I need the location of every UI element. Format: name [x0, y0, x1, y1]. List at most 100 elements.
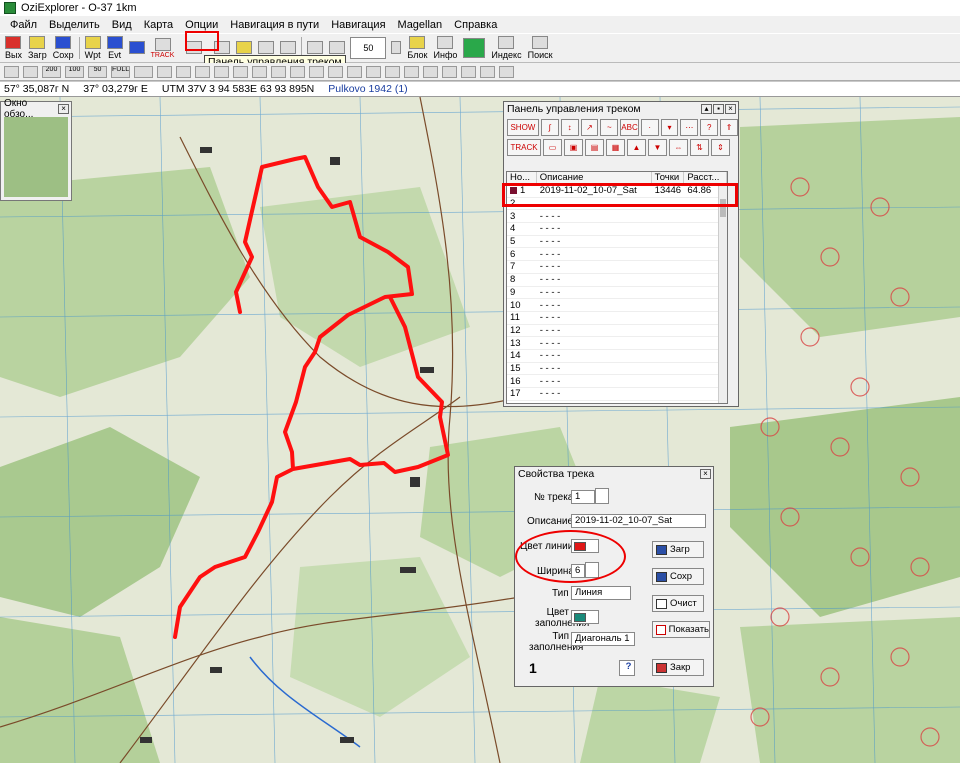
event-button[interactable]: Evt [104, 34, 126, 62]
zoom-full-button[interactable]: FULL [111, 65, 130, 78]
table-row[interactable]: 5 - - - - [507, 236, 727, 249]
tool-icon-20[interactable] [480, 65, 495, 78]
table-row[interactable]: 14 - - - - [507, 350, 727, 363]
panel-pin-icon[interactable]: ▴ [701, 104, 712, 114]
track-tool-7[interactable]: ▾ [660, 119, 679, 136]
track-tool-14[interactable]: ⇔ [669, 139, 688, 156]
menu-select[interactable]: Выделить [43, 19, 106, 31]
menu-navigation[interactable]: Навигация [325, 19, 391, 31]
tool-icon-11[interactable] [309, 65, 324, 78]
table-row[interactable]: 16 - - - - [507, 375, 727, 388]
exit-button[interactable]: Вых [2, 34, 25, 62]
info-button[interactable]: Инфо [431, 34, 461, 62]
type-select[interactable]: Линия [571, 586, 631, 600]
track-tool-13[interactable]: ▦ [606, 139, 625, 156]
track-tool-10[interactable]: ▭ [543, 139, 562, 156]
zoom-200-button[interactable]: 200 [42, 65, 61, 78]
tool-icon-6[interactable] [214, 65, 229, 78]
props-load-button[interactable]: Загр [652, 541, 704, 558]
tool-icon-9[interactable] [271, 65, 286, 78]
tool-icon-12[interactable] [328, 65, 343, 78]
table-row[interactable]: 3 - - - - [507, 210, 727, 224]
overview-minimap[interactable] [4, 117, 68, 197]
tool-icon-14[interactable] [366, 65, 381, 78]
table-row[interactable]: 13 - - - - [507, 337, 727, 350]
menu-view[interactable]: Вид [106, 19, 138, 31]
track-down-icon[interactable]: ▼ [648, 139, 667, 156]
track-tool-3[interactable]: ↗ [580, 119, 599, 136]
track-tool-5[interactable]: ABC [620, 119, 639, 136]
overview-window[interactable]: Окно обзо... × [0, 98, 72, 201]
tool-icon-8[interactable] [252, 65, 267, 78]
panel-close-icon[interactable]: × [725, 104, 736, 114]
menu-map[interactable]: Карта [138, 19, 179, 31]
menu-help[interactable]: Справка [448, 19, 503, 31]
props-close-button[interactable]: Закр [652, 659, 704, 676]
track-control-panel[interactable]: Панель управления треком ▴ ▪ × SHOW ∫ ↕ ↗ … [503, 101, 739, 407]
waypoint-button[interactable]: Wpt [82, 34, 104, 62]
help-icon[interactable]: ? [700, 119, 719, 136]
tool-icon-21[interactable] [499, 65, 514, 78]
lock-button[interactable]: Блок [404, 34, 430, 62]
table-row[interactable]: 12 - - - - [507, 325, 727, 338]
map-view[interactable] [0, 97, 960, 763]
table-row[interactable]: 11 - - - - [507, 312, 727, 325]
menu-magellan[interactable]: Magellan [392, 19, 449, 31]
track-tool-1[interactable]: ∫ [540, 119, 559, 136]
props-help-icon[interactable]: ? [619, 660, 635, 676]
tool-icon-7[interactable] [233, 65, 248, 78]
track-list-scrollbar[interactable] [718, 185, 727, 403]
tool-icon-13[interactable] [347, 65, 362, 78]
zoom-select[interactable]: 50 [350, 37, 387, 59]
track-tool-6[interactable]: · [640, 119, 659, 136]
props-save-button[interactable]: Сохр [652, 568, 704, 585]
tool-icon-1[interactable] [4, 65, 19, 78]
table-row[interactable]: 15 - - - - [507, 363, 727, 376]
props-clear-button[interactable]: Очист [652, 595, 704, 612]
tool-icon-18[interactable] [442, 65, 457, 78]
table-row[interactable]: 9 - - - - [507, 287, 727, 300]
menu-options[interactable]: Опции [179, 19, 224, 31]
menu-file[interactable]: Файл [4, 19, 43, 31]
save-button[interactable]: Сохр [50, 34, 77, 62]
track-up-icon[interactable]: ▲ [627, 139, 646, 156]
zoom-arrows-icon[interactable] [388, 34, 404, 62]
pan-button[interactable] [460, 34, 488, 62]
table-row[interactable]: 4 - - - - [507, 223, 727, 236]
tool-icon-10[interactable] [290, 65, 305, 78]
track-tool-4[interactable]: ~ [600, 119, 619, 136]
zoom-50-button[interactable]: 50 [88, 65, 107, 78]
props-close-icon[interactable]: × [700, 469, 711, 479]
zoom-x-button[interactable] [134, 65, 153, 78]
track-button[interactable]: TRACK [148, 34, 178, 62]
props-show-button[interactable]: Показать [652, 621, 710, 638]
search-button[interactable]: Поиск [525, 34, 556, 62]
tool-icon-3[interactable] [157, 65, 172, 78]
index-button[interactable]: Индекс [488, 34, 524, 62]
zoom-100-button[interactable]: 100 [65, 65, 84, 78]
track-tool-2[interactable]: ↕ [560, 119, 579, 136]
table-row[interactable]: 17 - - - - [507, 388, 727, 401]
tool-icon-5[interactable] [195, 65, 210, 78]
menu-moving-map[interactable]: Навигация в пути [224, 19, 325, 31]
tool-icon-17[interactable] [423, 65, 438, 78]
track-no-spin-icon[interactable] [595, 488, 609, 504]
desc-field[interactable]: 2019-11-02_10-07_Sat [571, 514, 706, 528]
track-tool-8[interactable]: ⋯ [680, 119, 699, 136]
tool-icon-4[interactable] [176, 65, 191, 78]
tool-icon-19[interactable] [461, 65, 476, 78]
table-row[interactable]: 8 - - - - [507, 274, 727, 287]
table-row[interactable]: 6 - - - - [507, 248, 727, 262]
track-tool-12[interactable]: ▤ [585, 139, 604, 156]
fill-type-select[interactable]: Диагональ 1 [571, 632, 635, 646]
track-tool-11[interactable]: ▣ [564, 139, 583, 156]
track-button-panel[interactable]: TRACK [507, 139, 541, 156]
tool-icon-2[interactable] [23, 65, 38, 78]
track-tool-16[interactable]: ⇕ [711, 139, 730, 156]
show-track-button[interactable]: SHOW [507, 119, 539, 136]
panel-min-icon[interactable]: ▪ [713, 104, 724, 114]
table-row[interactable]: 7 - - - - [507, 261, 727, 274]
overview-close-icon[interactable]: × [58, 104, 69, 114]
route-button[interactable] [126, 34, 148, 62]
tool-icon-16[interactable] [404, 65, 419, 78]
